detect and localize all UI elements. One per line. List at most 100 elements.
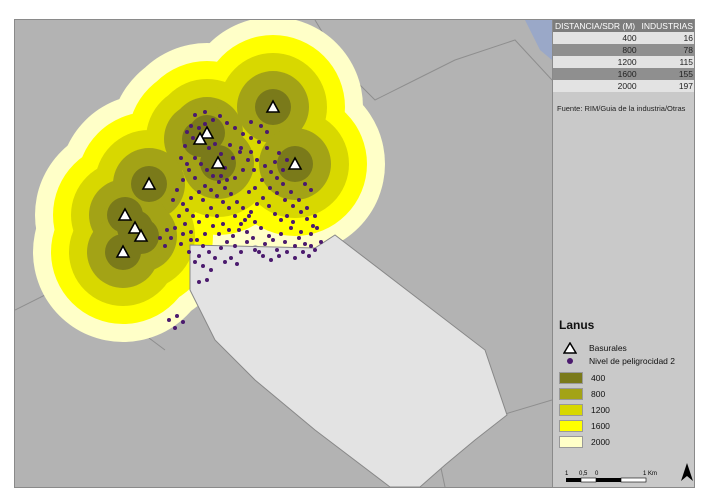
- industry-point: [181, 232, 185, 236]
- scale-tick: 1: [565, 471, 569, 477]
- industry-point: [275, 176, 279, 180]
- industry-point: [285, 250, 289, 254]
- industry-point: [285, 158, 289, 162]
- industry-point: [225, 240, 229, 244]
- industry-point: [179, 242, 183, 246]
- industry-point: [211, 174, 215, 178]
- industry-point: [158, 236, 162, 240]
- table-row: 800 78: [553, 44, 694, 56]
- industry-point: [281, 182, 285, 186]
- industry-point: [249, 120, 253, 124]
- industry-point: [241, 168, 245, 172]
- industry-point: [203, 184, 207, 188]
- industry-point: [243, 218, 247, 222]
- industry-point: [275, 248, 279, 252]
- industry-point: [249, 136, 253, 140]
- industry-point: [289, 226, 293, 230]
- industry-point: [281, 168, 285, 172]
- industry-point: [297, 236, 301, 240]
- industry-point: [279, 232, 283, 236]
- industry-point: [267, 204, 271, 208]
- industry-point: [291, 220, 295, 224]
- industry-point: [309, 244, 313, 248]
- industry-point: [193, 156, 197, 160]
- legend-item-basurales: Basurales: [559, 342, 627, 354]
- industry-point: [187, 168, 191, 172]
- cell-distance: 2000: [553, 80, 639, 92]
- industry-point: [313, 248, 317, 252]
- industry-point: [283, 240, 287, 244]
- industry-point: [181, 202, 185, 206]
- cell-distance: 1600: [553, 68, 639, 80]
- industry-point: [233, 126, 237, 130]
- industry-point: [169, 236, 173, 240]
- industry-point: [305, 206, 309, 210]
- industry-point: [207, 146, 211, 150]
- industry-point: [235, 200, 239, 204]
- industry-point: [211, 118, 215, 122]
- industry-point: [233, 244, 237, 248]
- north-arrow-icon: [681, 463, 693, 481]
- map-canvas[interactable]: [15, 20, 552, 487]
- industry-point: [185, 162, 189, 166]
- industry-point: [261, 196, 265, 200]
- industry-point: [239, 222, 243, 226]
- side-panel: DISTANCIA/SDR (M) INDUSTRIAS 400 16 800 78…: [552, 20, 694, 487]
- band-swatch: [559, 404, 583, 416]
- industry-point: [277, 151, 281, 155]
- industry-point: [213, 142, 217, 146]
- band-label: 2000: [591, 437, 610, 447]
- industry-point: [183, 144, 187, 148]
- industry-point: [309, 232, 313, 236]
- legend-item-band: 1600: [559, 420, 610, 432]
- industry-point: [231, 156, 235, 160]
- industry-point: [227, 206, 231, 210]
- industry-point: [219, 152, 223, 156]
- industry-point: [177, 214, 181, 218]
- industry-point: [179, 156, 183, 160]
- industry-point: [203, 232, 207, 236]
- industry-point: [283, 198, 287, 202]
- band-label: 400: [591, 373, 606, 383]
- industry-point: [173, 226, 177, 230]
- industry-point: [209, 206, 213, 210]
- industry-point: [175, 188, 179, 192]
- industry-point: [205, 278, 209, 282]
- industry-point: [171, 198, 175, 202]
- legend-label-basurales: Basurales: [589, 343, 627, 353]
- industry-point: [209, 188, 213, 192]
- industry-point: [247, 214, 251, 218]
- industry-point: [181, 178, 185, 182]
- table-row: 400 16: [553, 32, 694, 44]
- industry-point: [231, 234, 235, 238]
- industry-point: [259, 226, 263, 230]
- scale-tick: 0: [595, 471, 599, 477]
- industry-point: [197, 254, 201, 258]
- industry-point: [193, 113, 197, 117]
- band-swatch: [559, 436, 583, 448]
- industry-point: [229, 256, 233, 260]
- industry-point: [225, 121, 229, 125]
- industry-point: [163, 244, 167, 248]
- industry-point: [219, 174, 223, 178]
- industry-point: [225, 178, 229, 182]
- legend-item-band: 2000: [559, 436, 610, 448]
- table-header-row: DISTANCIA/SDR (M) INDUSTRIAS: [553, 20, 694, 32]
- col-distance-header: DISTANCIA/SDR (M): [553, 20, 639, 32]
- industry-point: [275, 191, 279, 195]
- industry-point: [259, 124, 263, 128]
- industry-point: [221, 222, 225, 226]
- industry-point: [255, 202, 259, 206]
- scale-tick: 0,5: [579, 471, 588, 477]
- industry-point: [260, 178, 264, 182]
- industry-point: [217, 180, 221, 184]
- band-label: 800: [591, 389, 606, 399]
- industry-point: [251, 236, 255, 240]
- cell-count: 78: [638, 44, 694, 56]
- industry-point: [291, 204, 295, 208]
- industry-point: [268, 186, 272, 190]
- industry-point: [315, 226, 319, 230]
- industry-point: [301, 250, 305, 254]
- industry-point: [221, 200, 225, 204]
- industry-point: [238, 150, 242, 154]
